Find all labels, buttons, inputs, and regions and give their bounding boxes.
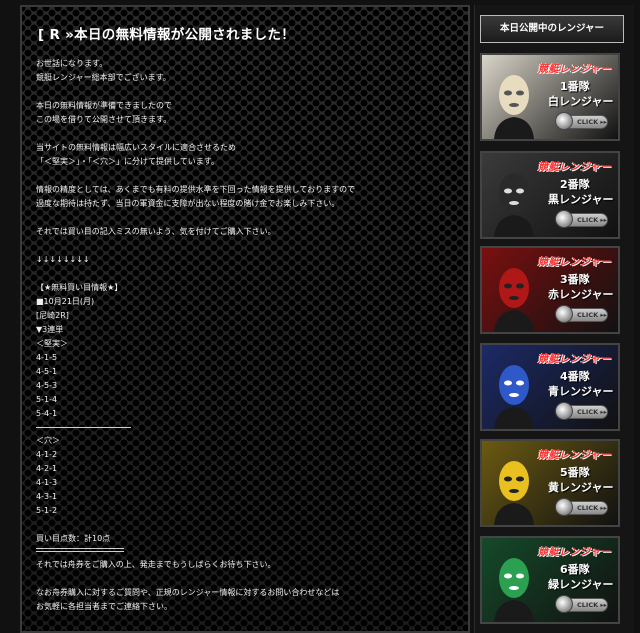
body-line: [尼崎2R] <box>36 311 69 320</box>
body-line: それでは買い目の記入ミスの無いよう、気を付けてご購入下さい。 <box>36 227 276 236</box>
ranger-brand-logo: 競艇レンジャー <box>538 450 611 461</box>
ana-label: ＜穴＞ <box>36 436 60 445</box>
ranger-card[interactable]: 競艇レンジャー 5番隊黄レンジャー CLICK ▸▸ <box>480 439 620 527</box>
click-knob-icon <box>555 402 573 420</box>
ranger-brand-logo: 競艇レンジャー <box>538 547 611 558</box>
click-button[interactable]: CLICK ▸▸ <box>555 595 608 613</box>
ranger-card[interactable]: 競艇レンジャー 1番隊白レンジャー CLICK ▸▸ <box>480 53 620 141</box>
sidebar: 本日公開中のレンジャー 競艇レンジャー 1番隊 白レンジャー CLICK ▸▸ 競艇レン… <box>474 5 634 633</box>
click-knob-icon <box>555 595 573 613</box>
footer-line: なお舟券購入に対するご質問や、正規のレンジャー情報に対するお問い合わせなどは <box>36 588 340 597</box>
ranger-mask-icon <box>494 268 534 332</box>
ranger-mask-icon <box>494 75 534 139</box>
ranger-mask-icon <box>494 461 534 525</box>
ranger-name: 黒レンジャー <box>548 193 614 206</box>
ana-list: 4-1-2 4-2-1 4-1-3 4-3-1 5-1-2 <box>36 448 454 518</box>
ranger-name: 青レンジャー <box>548 385 614 398</box>
ranger-team: 3番隊 <box>560 273 590 286</box>
sidebar-header: 本日公開中のレンジャー <box>480 15 624 43</box>
body-line: ▼3連単 <box>36 325 64 334</box>
ranger-team: 5番隊 <box>560 466 590 479</box>
article-footer: それでは舟券をご購入の上、発走までもうしばらくお待ち下さい。なお舟券購入に対する… <box>36 558 454 614</box>
click-label: CLICK ▸▸ <box>577 216 607 224</box>
click-button[interactable]: CLICK ▸▸ <box>555 402 608 420</box>
body-line: 競艇レンジャー総本部でございます。 <box>36 73 171 82</box>
body-line: ■10月21日(月) <box>36 297 95 306</box>
ana-line: 4-3-1 <box>36 492 58 501</box>
click-knob-icon <box>555 305 573 323</box>
click-button[interactable]: CLICK ▸▸ <box>555 210 608 228</box>
click-label: CLICK ▸▸ <box>577 504 607 512</box>
body-line: 5-4-1 <box>36 409 58 418</box>
ranger-name: 赤レンジャー <box>548 288 614 301</box>
click-knob-icon <box>555 498 573 516</box>
body-line: 情報の精度としては、あくまでも有料の提供水準を下回った情報を提供しておりますので <box>36 185 356 194</box>
total-points: 買い目点数：計10点 <box>36 534 111 543</box>
ana-line: 4-1-3 <box>36 478 58 487</box>
double-divider <box>36 548 124 552</box>
ranger-brand-logo: 競艇レンジャー <box>538 162 611 173</box>
click-label: CLICK ▸▸ <box>577 118 607 126</box>
body-line: 5-1-4 <box>36 395 58 404</box>
click-knob-icon <box>555 210 573 228</box>
ranger-name: 黄レンジャー <box>548 481 614 494</box>
ana-line: 4-2-1 <box>36 464 58 473</box>
divider <box>36 427 131 428</box>
footer-line: それでは舟券をご購入の上、発走までもうしばらくお待ち下さい。 <box>36 560 276 569</box>
ranger-mask-icon <box>494 365 534 429</box>
click-label: CLICK ▸▸ <box>577 311 607 319</box>
ranger-brand-logo: 競艇レンジャー <box>538 354 611 365</box>
footer-line: お気軽に各担当者までご連絡下さい。 <box>36 602 172 611</box>
click-button[interactable]: CLICK ▸▸ <box>555 112 608 130</box>
ranger-card[interactable]: 競艇レンジャー 2番隊黒レンジャー CLICK ▸▸ <box>480 151 620 239</box>
ranger-team: 1番隊 <box>560 80 590 93</box>
article-body: お世話になります。競艇レンジャー総本部でございます。 本日の無料情報が準備できまし… <box>36 57 454 421</box>
body-line: 過度な期待は持たず、当日の軍資金に支障が出ない程度の賭け金でお楽しみ下さい。 <box>36 199 340 208</box>
ranger-card[interactable]: 競艇レンジャー 4番隊青レンジャー CLICK ▸▸ <box>480 343 620 431</box>
ranger-mask-icon <box>494 173 534 237</box>
ana-line: 5-1-2 <box>36 506 58 515</box>
body-line: ＜堅実＞ <box>36 339 68 348</box>
body-line: 4-5-1 <box>36 367 58 376</box>
ranger-brand-logo: 競艇レンジャー <box>538 64 611 75</box>
ranger-mask-icon <box>494 558 534 622</box>
body-line: 「＜堅実＞」・「＜穴＞」に分けて提供しています。 <box>36 157 219 166</box>
article-title: [ R »本日の無料情報が公開されました！ <box>38 27 295 43</box>
main-content-panel: [ R »本日の無料情報が公開されました！ お世話になります。競艇レンジャー総本… <box>20 5 470 633</box>
body-line: 当サイトの無料情報は幅広いスタイルに適合させるため <box>36 143 236 152</box>
click-knob-icon <box>555 112 573 130</box>
ranger-team: 4番隊 <box>560 370 590 383</box>
click-label: CLICK ▸▸ <box>577 408 607 416</box>
ranger-card[interactable]: 競艇レンジャー 6番隊緑レンジャー CLICK ▸▸ <box>480 536 620 624</box>
body-line: ↓↓↓↓↓↓↓↓ <box>36 255 90 264</box>
body-line: お世話になります。 <box>36 59 108 68</box>
ana-line: 4-1-2 <box>36 450 58 459</box>
ranger-card[interactable]: 競艇レンジャー 3番隊赤レンジャー CLICK ▸▸ <box>480 246 620 334</box>
article: [ R »本日の無料情報が公開されました！ お世話になります。競艇レンジャー総本… <box>22 7 468 614</box>
ranger-brand-logo: 競艇レンジャー <box>538 257 611 268</box>
ranger-name: 白レンジャー <box>548 95 614 108</box>
body-line: 4-1-5 <box>36 353 58 362</box>
click-button[interactable]: CLICK ▸▸ <box>555 305 608 323</box>
click-label: CLICK ▸▸ <box>577 601 607 609</box>
body-line: 【★無料買い目情報★】 <box>36 283 123 292</box>
page-frame: [ R »本日の無料情報が公開されました！ お世話になります。競艇レンジャー総本… <box>0 0 640 633</box>
click-button[interactable]: CLICK ▸▸ <box>555 498 608 516</box>
body-line: 本日の無料情報が準備できましたので <box>36 101 172 110</box>
body-line: この場を借りて公開させて頂きます。 <box>36 115 172 124</box>
ranger-team: 6番隊 <box>560 563 590 576</box>
ranger-team: 2番隊 <box>560 178 590 191</box>
body-line: 4-5-3 <box>36 381 58 390</box>
ranger-name: 緑レンジャー <box>548 578 614 591</box>
